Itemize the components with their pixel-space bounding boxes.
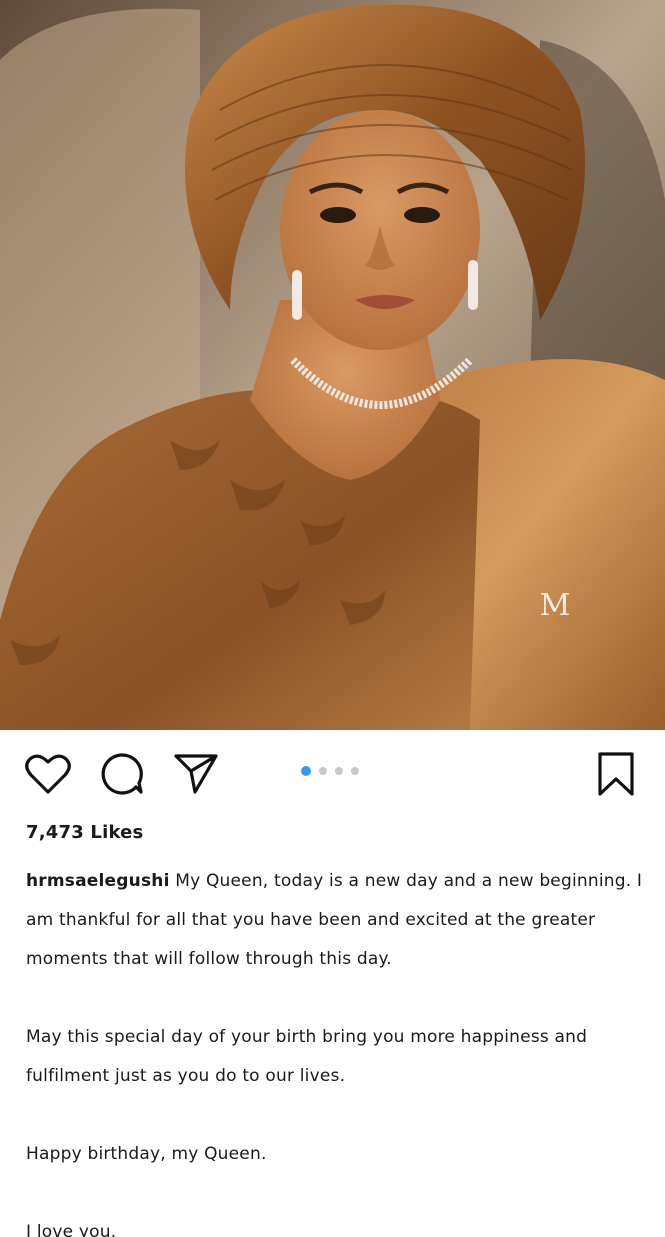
caption-username[interactable]: hrmsaelegushi <box>26 871 170 891</box>
post-photo-illustration: M <box>0 0 665 730</box>
carousel-indicator <box>301 766 359 776</box>
save-button[interactable] <box>592 750 640 798</box>
likes-count[interactable]: 7,473 Likes <box>26 822 143 843</box>
post-action-bar <box>0 740 665 804</box>
like-button[interactable] <box>24 750 72 798</box>
share-button[interactable] <box>172 750 220 798</box>
paper-plane-icon <box>174 754 218 794</box>
post-image[interactable]: M <box>0 0 665 730</box>
carousel-dot-active <box>301 766 311 776</box>
comment-button[interactable] <box>98 750 146 798</box>
carousel-dot <box>319 767 327 775</box>
post-caption: hrmsaelegushi My Queen, today is a new d… <box>26 862 646 1237</box>
caption-paragraph-3: Happy birthday, my Queen. <box>26 1144 267 1164</box>
heart-icon <box>25 754 71 794</box>
caption-paragraph-2: May this special day of your birth bring… <box>26 1027 588 1086</box>
watermark-logo: M <box>540 588 571 623</box>
caption-paragraph-1: hrmsaelegushi My Queen, today is a new d… <box>26 862 646 979</box>
carousel-dot <box>335 767 343 775</box>
carousel-dot <box>351 767 359 775</box>
caption-paragraph-4: I love you. <box>26 1222 117 1237</box>
bookmark-icon <box>598 752 634 796</box>
comment-icon <box>101 753 143 795</box>
